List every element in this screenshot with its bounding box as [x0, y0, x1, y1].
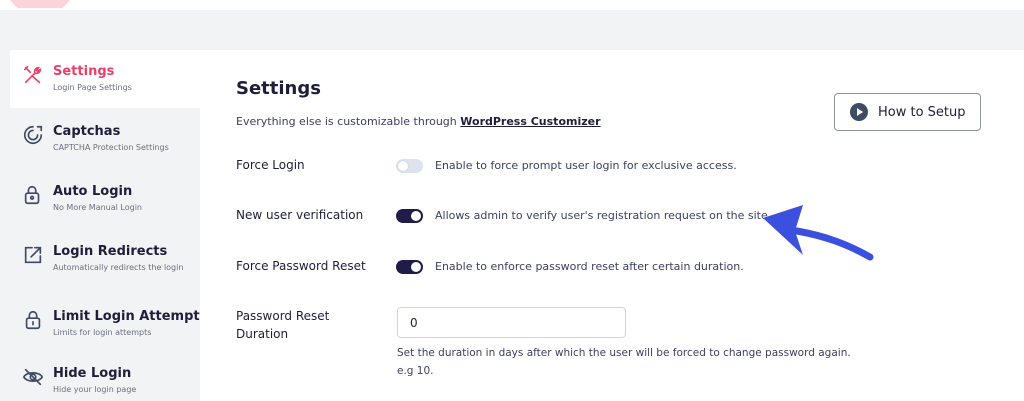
- password-reset-duration-label: Password Reset Duration: [236, 309, 330, 341]
- force-password-reset-label: Force Password Reset: [236, 259, 366, 273]
- page-title: Settings: [236, 78, 321, 99]
- sidebar-item-captchas[interactable]: Captchas CAPTCHA Protection Settings: [10, 110, 200, 168]
- toggle-knob: [411, 262, 421, 272]
- logo-fragment: [10, 0, 70, 8]
- tools-icon: [23, 65, 42, 84]
- sidebar-item-subtitle: CAPTCHA Protection Settings: [53, 143, 169, 152]
- top-bar: [0, 0, 1024, 10]
- annotation-arrow-icon: [763, 205, 874, 261]
- sidebar-item-subtitle: Login Page Settings: [53, 83, 132, 92]
- sidebar-item-label: Captchas: [53, 124, 121, 139]
- sidebar-item-limit-login-attempts[interactable]: Limit Login Attempts Limits for login at…: [10, 295, 207, 353]
- sidebar-item-label: Login Redirects: [53, 244, 168, 259]
- new-user-verification-toggle[interactable]: [396, 209, 423, 223]
- sidebar-item-subtitle: No More Manual Login: [53, 203, 142, 212]
- sidebar-item-auto-login[interactable]: Auto Login No More Manual Login: [10, 170, 200, 228]
- force-password-reset-toggle[interactable]: [396, 260, 423, 274]
- force-login-toggle[interactable]: [396, 159, 423, 173]
- sidebar-item-label: Hide Login: [53, 366, 132, 381]
- sidebar-item-hide-login[interactable]: Hide Login Hide your login page: [10, 352, 200, 401]
- intro-label: Everything else is customizable through: [236, 115, 461, 128]
- sidebar-item-settings[interactable]: Settings Login Page Settings: [10, 50, 200, 108]
- settings-panel: Settings Everything else is customizable…: [200, 50, 1024, 401]
- new-user-verification-description: Allows admin to verify user's registrati…: [435, 209, 772, 222]
- play-icon: [850, 103, 868, 121]
- intro-text: Everything else is customizable through …: [236, 115, 601, 128]
- external-link-icon: [24, 246, 42, 264]
- toggle-knob: [398, 161, 408, 171]
- duration-help-text: Set the duration in days after which the…: [397, 347, 851, 377]
- toggle-knob: [411, 211, 421, 221]
- sidebar-item-subtitle: Hide your login page: [53, 385, 137, 394]
- captcha-icon: [23, 125, 43, 145]
- new-user-verification-label: New user verification: [236, 208, 364, 222]
- customizer-link[interactable]: WordPress Customizer: [460, 115, 600, 128]
- password-reset-duration-input[interactable]: [397, 307, 626, 338]
- force-login-description: Enable to force prompt user login for ex…: [435, 159, 737, 172]
- lock-user-icon: [24, 185, 40, 205]
- sidebar-item-login-redirects[interactable]: Login Redirects Automatically redirects …: [10, 230, 200, 288]
- how-to-setup-button[interactable]: How to Setup: [834, 93, 981, 131]
- sidebar-item-label: Auto Login: [53, 184, 133, 199]
- force-login-label: Force Login: [236, 158, 305, 172]
- sidebar: Settings Login Page Settings Captchas CA…: [10, 50, 207, 401]
- sidebar-item-subtitle: Limits for login attempts: [53, 328, 152, 337]
- how-to-setup-label: How to Setup: [878, 104, 966, 120]
- eye-off-icon: [22, 368, 44, 386]
- padlock-icon: [25, 310, 41, 330]
- sidebar-item-subtitle: Automatically redirects the login: [53, 263, 184, 272]
- force-password-reset-description: Enable to enforce password reset after c…: [435, 260, 744, 273]
- sidebar-item-label: Settings: [53, 64, 115, 79]
- sidebar-item-label: Limit Login Attempts: [53, 309, 208, 324]
